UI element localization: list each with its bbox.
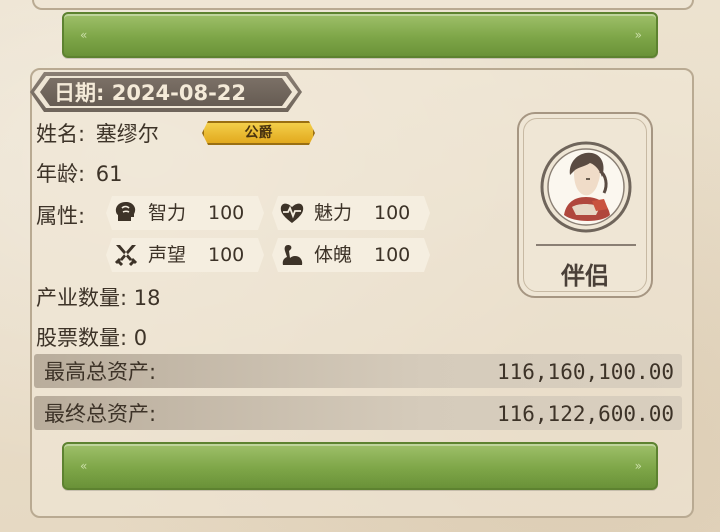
partner-divider — [536, 244, 636, 246]
name-row: 姓名: 塞缪尔 — [36, 118, 159, 148]
attribute-prestige: 声望 100 — [106, 238, 264, 272]
attribute-physique: 体魄 100 — [272, 238, 430, 272]
heart-pulse-icon — [278, 199, 306, 227]
brain-icon — [112, 199, 140, 227]
attribute-name: 声望 — [148, 244, 187, 266]
bottom-green-bar[interactable]: « » — [62, 442, 658, 490]
property-value: 18 — [133, 286, 161, 310]
max-assets-label: 最高总资产: — [44, 360, 157, 384]
max-assets-value: 116,160,100.00 — [496, 360, 674, 384]
right-chevron-icon: » — [634, 459, 642, 473]
stock-row: 股票数量: 0 — [36, 322, 147, 352]
left-chevron-icon: « — [80, 28, 87, 42]
attribute-name: 智力 — [148, 202, 187, 224]
attributes-label: 属性: — [36, 204, 86, 228]
stock-value: 0 — [133, 326, 148, 350]
attribute-value: 100 — [374, 244, 411, 266]
right-chevron-icon: » — [634, 28, 642, 42]
attribute-charm: 魅力 100 — [272, 196, 430, 230]
left-chevron-icon: « — [80, 459, 87, 473]
final-assets-label: 最终总资产: — [44, 402, 157, 426]
final-assets-bar: 最终总资产: 116,122,600.00 — [34, 396, 682, 430]
name-value: 塞缪尔 — [95, 122, 159, 146]
top-green-bar[interactable]: « » — [62, 12, 658, 58]
property-row: 产业数量: 18 — [36, 282, 161, 312]
attribute-value: 100 — [374, 202, 411, 224]
attribute-name: 魅力 — [314, 202, 353, 224]
partner-portrait[interactable] — [530, 141, 642, 233]
name-label: 姓名: — [36, 122, 86, 146]
attribute-intelligence: 智力 100 — [106, 196, 264, 230]
partner-label: 伴侣 — [561, 261, 609, 290]
attribute-name: 体魄 — [314, 244, 353, 266]
flexed-arm-icon — [278, 241, 306, 269]
age-label: 年龄: — [36, 162, 86, 186]
stock-label: 股票数量: — [36, 326, 128, 350]
previous-record-card — [32, 0, 694, 10]
age-row: 年龄: 61 — [36, 158, 123, 188]
attribute-value: 100 — [208, 244, 245, 266]
title-badge: 公爵 — [202, 121, 315, 145]
attribute-value: 100 — [208, 202, 245, 224]
crossed-swords-icon — [112, 241, 140, 269]
property-label: 产业数量: — [36, 286, 128, 310]
date-label: 日期: 2024-08-22 — [54, 81, 247, 105]
max-assets-bar: 最高总资产: 116,160,100.00 — [34, 354, 682, 388]
age-value: 61 — [95, 162, 123, 186]
final-assets-value: 116,122,600.00 — [496, 402, 674, 426]
